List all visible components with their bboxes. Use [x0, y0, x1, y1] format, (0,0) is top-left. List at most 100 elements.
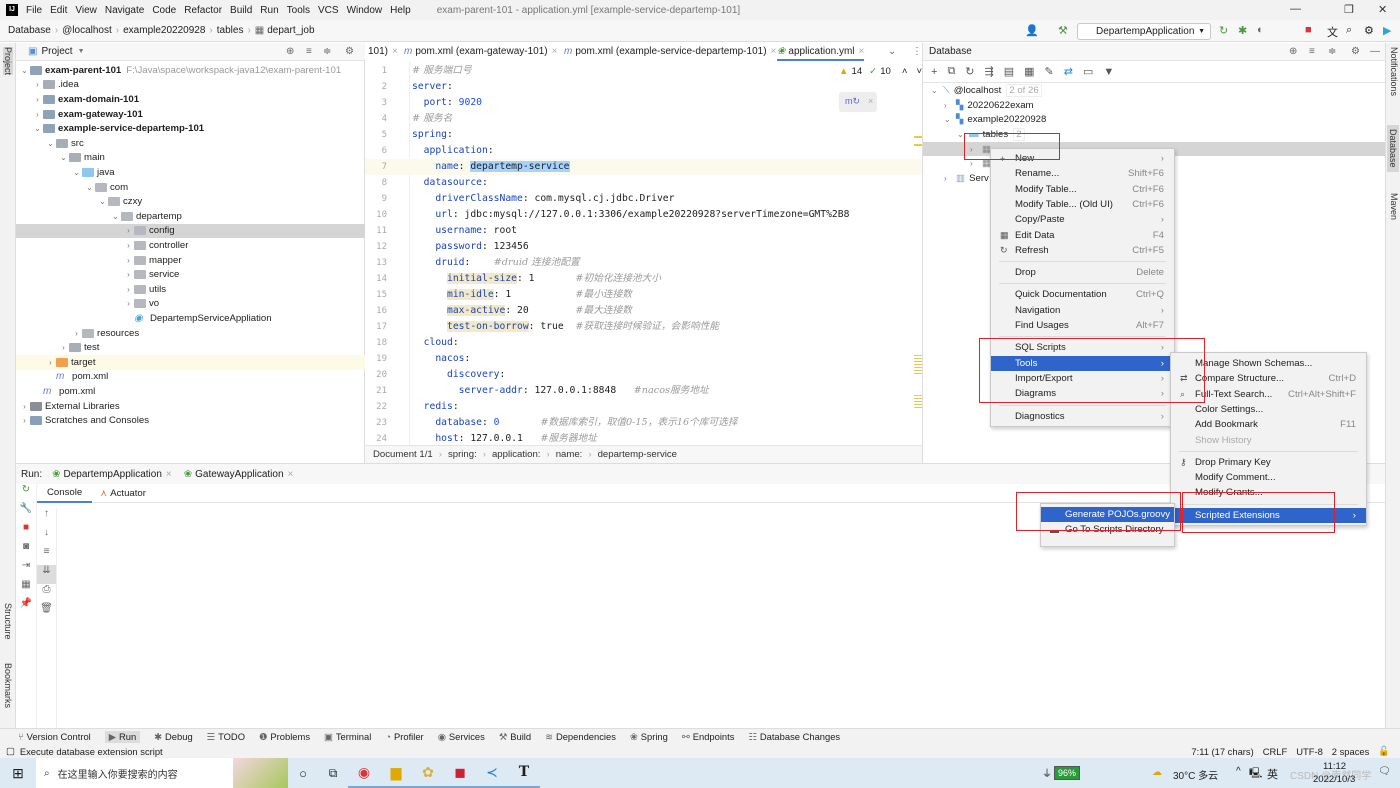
stop-icon[interactable]: ■ — [16, 522, 36, 541]
plugin-icon[interactable]: ▶ — [1383, 24, 1391, 37]
vscode-icon[interactable]: ≺ — [476, 758, 508, 788]
tool-window-terminal[interactable]: ▣ Terminal — [324, 731, 371, 743]
tree-item[interactable]: › service — [16, 267, 365, 282]
chevron-right-icon[interactable]: › — [970, 159, 982, 168]
breadcrumb-item[interactable]: depart_job — [267, 25, 314, 36]
tree-item[interactable]: m pom.xml — [16, 370, 365, 385]
menu-item-quick-documentation[interactable]: Quick Documentation Ctrl+Q — [991, 287, 1174, 302]
tool-window-problems[interactable]: ❶ Problems — [259, 731, 310, 743]
close-button[interactable]: ✕ — [1378, 3, 1387, 16]
pin-icon[interactable]: 📌 — [16, 598, 36, 617]
menu-item-rename[interactable]: Rename... Shift+F6 — [991, 166, 1174, 181]
expand-all-icon[interactable]: ≡ — [1309, 46, 1315, 57]
menu-item-diagnostics[interactable]: Diagnostics › — [991, 409, 1174, 424]
filter-icon[interactable]: ▼ — [1103, 66, 1114, 78]
menu-item-copy-paste[interactable]: Copy/Paste › — [991, 212, 1174, 227]
chevron-right-icon[interactable]: › — [71, 329, 82, 338]
trash-icon[interactable]: 🗑 — [37, 603, 56, 622]
tool-window-run[interactable]: ▶ Run — [104, 730, 141, 743]
taskbar-search[interactable]: ⌕ 在这里输入你要搜索的内容 — [36, 758, 288, 788]
tree-item[interactable]: › controller — [16, 238, 365, 253]
tree-item[interactable]: › mapper — [16, 253, 365, 268]
chevron-right-icon[interactable]: › — [970, 145, 982, 154]
rerun-icon[interactable]: ↻ — [1219, 24, 1228, 37]
tab-console[interactable]: Console — [37, 484, 93, 503]
typora-icon[interactable]: T — [508, 758, 540, 788]
database-stripe-button[interactable]: Database — [1387, 125, 1399, 172]
menu-item-full-text-search[interactable]: ⌕ Full-Text Search... Ctrl+Alt+Shift+F — [1171, 387, 1366, 402]
breadcrumb-item[interactable]: Document 1/1 — [373, 449, 433, 460]
editor-tab[interactable]: m pom.xml (example-service-departemp-101)… — [564, 43, 776, 61]
intellij-icon[interactable]: ◼ — [444, 758, 476, 788]
structure-stripe-button[interactable]: Structure — [3, 603, 13, 640]
menu-item-sql-scripts[interactable]: SQL Scripts › — [991, 340, 1174, 355]
breadcrumb-item[interactable]: name: — [556, 449, 583, 460]
tree-item[interactable]: ⌄ example-service-departemp-101 — [16, 121, 365, 136]
tree-item[interactable]: ⌄ czxy — [16, 194, 365, 209]
expand-all-icon[interactable]: ≡ — [306, 46, 312, 57]
db-tree-item[interactable]: ⌄ ⟍ @localhost 2 of 26 — [923, 83, 1386, 98]
menu-item-generate-pojos-groovy[interactable]: Generate POJOs.groovy — [1041, 507, 1174, 522]
menu-item-modify-comment[interactable]: Modify Comment... — [1171, 470, 1366, 485]
inspection-widget[interactable]: ▲ 14 ✓ 10 ˄ ˅ — [839, 66, 922, 77]
chevron-down-icon[interactable]: ⌄ — [32, 124, 43, 133]
menu-file[interactable]: File — [26, 5, 42, 16]
camera-icon[interactable]: ◙ — [16, 541, 36, 560]
lock-icon[interactable]: 🔓 — [1378, 745, 1390, 757]
hide-icon[interactable]: — — [1370, 46, 1380, 57]
tree-item[interactable]: ⌄ departemp — [16, 209, 365, 224]
tool-window-database-changes[interactable]: ☷ Database Changes — [748, 731, 840, 743]
scroll-down-icon[interactable]: ↓ — [37, 527, 56, 546]
table-icon[interactable]: ▦ — [1024, 65, 1034, 78]
network-icon[interactable]: 🖳 — [1249, 766, 1262, 783]
chevron-down-icon[interactable]: ⌄ — [110, 212, 121, 221]
rerun-icon[interactable]: ↻ — [16, 484, 36, 503]
tree-item[interactable]: m pom.xml — [16, 384, 365, 399]
tree-item[interactable]: › exam-domain-101 — [16, 92, 365, 107]
refresh-icon[interactable]: ↻ — [965, 65, 974, 78]
db-tree-item[interactable]: › ▚ 20220622exam — [923, 98, 1386, 113]
indent-setting[interactable]: 2 spaces — [1332, 746, 1370, 757]
close-icon[interactable]: × — [392, 46, 398, 57]
battery-indicator[interactable]: ⏚ 96% — [1042, 765, 1081, 780]
menu-item-new[interactable]: + New › — [991, 151, 1174, 166]
tree-item[interactable]: ⌄ java — [16, 165, 365, 180]
chevron-down-icon[interactable]: ⌄ — [97, 197, 108, 206]
tree-item[interactable]: › config — [16, 223, 365, 239]
close-icon[interactable]: × — [552, 46, 558, 57]
maven-stripe-button[interactable]: Maven — [1389, 193, 1399, 220]
soft-wrap-icon[interactable]: ≡ — [37, 546, 56, 565]
breadcrumb-item[interactable]: application: — [492, 449, 541, 460]
chevron-right-icon[interactable]: › — [123, 270, 134, 279]
app-icon[interactable]: ✿ — [412, 758, 444, 788]
tool-window-endpoints[interactable]: ⚯ Endpoints — [682, 731, 735, 743]
chevron-right-icon[interactable]: › — [123, 241, 134, 250]
menu-build[interactable]: Build — [230, 5, 252, 16]
menu-item-drop-primary-key[interactable]: ⚷ Drop Primary Key — [1171, 455, 1366, 470]
close-icon[interactable]: × — [288, 469, 294, 480]
options-gear-icon[interactable]: ⚙ — [345, 46, 354, 57]
chevron-right-icon[interactable]: › — [19, 402, 30, 411]
collapse-all-icon[interactable]: ≑ — [323, 46, 331, 57]
chevron-right-icon[interactable]: › — [32, 110, 43, 119]
tree-item[interactable]: › exam-gateway-101 — [16, 107, 365, 122]
breadcrumb-item[interactable]: @localhost — [62, 25, 112, 36]
settings-wrench-icon[interactable]: 🔧 — [16, 503, 36, 522]
close-icon[interactable]: × — [771, 46, 777, 57]
menu-code[interactable]: Code — [152, 5, 176, 16]
menu-item-import-export[interactable]: Import/Export › — [991, 371, 1174, 386]
menu-item-diagrams[interactable]: Diagrams › — [991, 386, 1174, 401]
windows-start-icon[interactable]: ⊞ — [0, 765, 36, 782]
bookmarks-stripe-button[interactable]: Bookmarks — [3, 663, 13, 708]
breadcrumb-item[interactable]: spring: — [448, 449, 477, 460]
tree-item[interactable]: ⌄ main — [16, 151, 365, 166]
add-icon[interactable]: + — [931, 66, 937, 78]
editor-tab[interactable]: 101) × — [368, 43, 398, 61]
tool-window-version-control[interactable]: ⑂ Version Control — [18, 731, 91, 742]
db-tree-item[interactable]: ⌄ ▬ tables 2 — [923, 127, 1386, 142]
locate-icon[interactable]: ⊕ — [1289, 46, 1297, 57]
chevron-down-icon[interactable]: ⌄ — [957, 130, 969, 139]
editor-tab[interactable]: ❀ application.yml × — [777, 43, 865, 61]
menu-item-color-settings[interactable]: Color Settings... — [1171, 402, 1366, 417]
menu-edit[interactable]: Edit — [50, 5, 67, 16]
